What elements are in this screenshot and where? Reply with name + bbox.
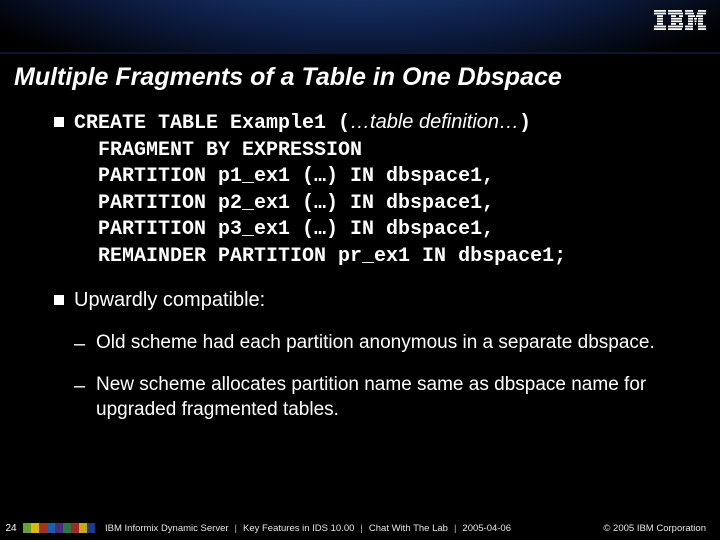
- footer-date: 2005-04-06: [462, 523, 511, 534]
- footer: 24 IBM Informix Dynamic Server | Key Fea…: [0, 516, 720, 540]
- footer-copyright: © 2005 IBM Corporation: [603, 523, 706, 534]
- separator-icon: |: [454, 523, 456, 534]
- page-number: 24: [0, 523, 22, 534]
- footer-topic: Key Features in IDS 10.00: [243, 523, 354, 534]
- separator-icon: |: [360, 523, 362, 534]
- code-line: REMAINDER PARTITION pr_ex1 IN dbspace1;: [74, 245, 566, 268]
- chip-icon: [79, 523, 87, 533]
- chip-icon: [23, 523, 31, 533]
- compat-bullet: Upwardly compatible:: [54, 288, 678, 313]
- separator-icon: |: [235, 523, 237, 534]
- chip-icon: [47, 523, 55, 533]
- code-line: FRAGMENT BY EXPRESSION: [74, 139, 362, 162]
- chip-icon: [87, 523, 95, 533]
- code-text: CREATE TABLE Example1 (: [74, 112, 350, 135]
- footer-product: IBM Informix Dynamic Server: [105, 523, 229, 534]
- chip-icon: [71, 523, 79, 533]
- code-italic: …table definition…: [350, 111, 519, 133]
- chip-icon: [55, 523, 63, 533]
- code-text: ): [519, 112, 531, 135]
- code-line: PARTITION p2_ex1 (…) IN dbspace1,: [74, 192, 494, 215]
- code-bullet: CREATE TABLE Example1 (…table definition…: [54, 110, 678, 270]
- chip-icon: [31, 523, 39, 533]
- code-line: PARTITION p3_ex1 (…) IN dbspace1,: [74, 218, 494, 241]
- code-block: CREATE TABLE Example1 (…table definition…: [74, 112, 566, 268]
- new-scheme-bullet: New scheme allocates partition name same…: [74, 373, 678, 422]
- old-scheme-bullet: Old scheme had each partition anonymous …: [74, 331, 678, 356]
- slide-title: Multiple Fragments of a Table in One Dbs…: [14, 63, 562, 92]
- chip-icon: [39, 523, 47, 533]
- color-chips: [23, 523, 95, 533]
- code-line: PARTITION p1_ex1 (…) IN dbspace1,: [74, 165, 494, 188]
- header-band: [0, 0, 720, 54]
- slide: Multiple Fragments of a Table in One Dbs…: [0, 0, 720, 540]
- slide-body: CREATE TABLE Example1 (…table definition…: [0, 110, 720, 510]
- ibm-logo: [654, 10, 706, 30]
- footer-event: Chat With The Lab: [369, 523, 448, 534]
- chip-icon: [63, 523, 71, 533]
